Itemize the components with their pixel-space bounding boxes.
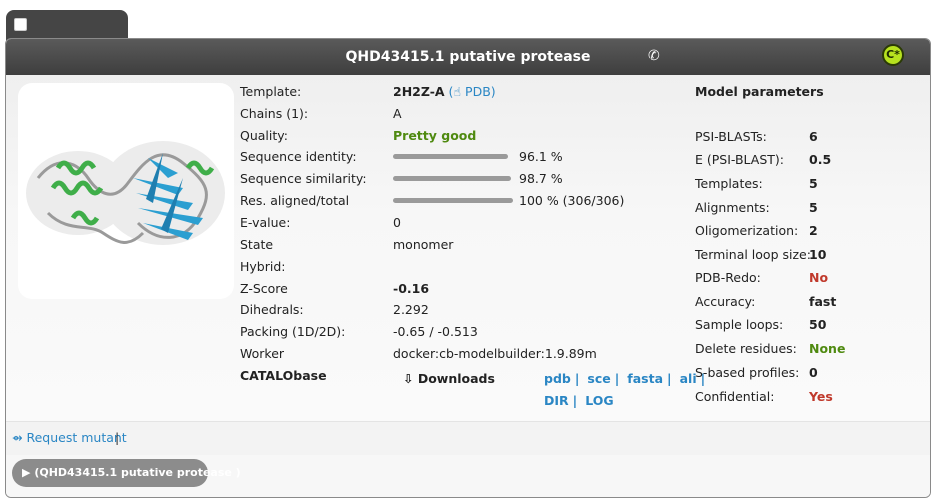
- res-aligned-value: 100 % (306/306): [519, 193, 625, 208]
- packing-value: -0.65 / -0.513: [393, 324, 478, 339]
- request-mutant-label: Request mutant: [26, 430, 127, 445]
- model-title: QHD43415.1 putative protease: [345, 49, 591, 65]
- collapsed-model-toggle[interactable]: ▶ (QHD43415.1 putative protease ): [12, 459, 241, 487]
- param-value: 0.5: [809, 152, 832, 167]
- actions-row: ⇴ Request mutant |: [6, 421, 930, 455]
- param-value: 5: [809, 176, 818, 191]
- packing-label: Packing (1D/2D):: [240, 324, 346, 339]
- play-triangle-icon: ▶: [22, 466, 31, 479]
- worker-label: Worker: [240, 346, 285, 361]
- c-star-badge-icon[interactable]: C*: [882, 44, 904, 66]
- download-link-log[interactable]: LOG: [585, 393, 613, 408]
- seq-identity-value: 96.1 %: [519, 149, 563, 164]
- param-value: Yes: [809, 389, 833, 404]
- download-link-fasta[interactable]: fasta: [627, 371, 663, 386]
- param-name: PDB-Redo:: [695, 270, 761, 285]
- link-separator: |: [667, 371, 672, 386]
- template-label: Template:: [240, 84, 302, 99]
- actions-separator: |: [115, 430, 120, 445]
- chains-label: Chains (1):: [240, 106, 309, 121]
- param-value: 5: [809, 200, 818, 215]
- param-value: 2: [809, 223, 818, 238]
- protein-structure-image[interactable]: [18, 83, 234, 299]
- dihedrals-label: Dihedrals:: [240, 302, 304, 317]
- dihedrals-value: 2.292: [393, 302, 429, 317]
- param-name: Accuracy:: [695, 294, 756, 309]
- hybrid-label: Hybrid:: [240, 259, 286, 274]
- seq-similarity-value: 98.7 %: [519, 171, 563, 186]
- seq-similarity-label: Sequence similarity:: [240, 171, 367, 186]
- res-aligned-label: Res. aligned/total: [240, 193, 350, 208]
- request-mutant-link[interactable]: ⇴ Request mutant: [12, 430, 127, 445]
- state-value: monomer: [393, 237, 454, 252]
- template-id: 2H2Z-A: [393, 84, 445, 99]
- download-links-row-2: DIR | LOG: [544, 392, 614, 410]
- template-close-paren: ): [490, 84, 496, 99]
- downloads-label: Downloads: [417, 371, 495, 386]
- param-name: Sample loops:: [695, 317, 784, 332]
- worker-value: docker:cb-modelbuilder:1.9.89m: [393, 346, 597, 361]
- zscore-label: Z-Score: [240, 281, 288, 296]
- param-name: Oligomerization:: [695, 223, 799, 238]
- download-link-sce[interactable]: sce: [587, 371, 610, 386]
- evalue-label: E-value:: [240, 215, 291, 230]
- select-checkbox[interactable]: [14, 18, 27, 31]
- param-name: E (PSI-BLAST):: [695, 152, 785, 167]
- model-parameters-title: Model parameters: [695, 84, 824, 99]
- res-aligned-row: 100 % (306/306): [393, 192, 693, 210]
- card-header: QHD43415.1 putative protease ✆ C*: [6, 39, 930, 75]
- download-link-dir[interactable]: DIR: [544, 393, 569, 408]
- param-name: Templates:: [695, 176, 763, 191]
- seq-identity-bar: [393, 154, 509, 159]
- evalue-value: 0: [393, 215, 401, 230]
- pdb-hand-icon: ☝: [453, 84, 462, 99]
- quality-value: Pretty good: [393, 128, 477, 143]
- seq-similarity-row: 98.7 %: [393, 170, 693, 188]
- quality-label: Quality:: [240, 128, 288, 143]
- param-name: Alignments:: [695, 200, 770, 215]
- download-links-row-1: pdb | sce | fasta | ali |: [544, 370, 709, 388]
- request-arrow-icon: ⇴: [12, 430, 23, 445]
- protein-ribbon-icon: [26, 141, 225, 245]
- template-value: 2H2Z-A (☝ PDB): [393, 83, 496, 101]
- param-value: 10: [809, 247, 827, 262]
- download-arrow-icon: ⇩: [403, 371, 414, 386]
- res-aligned-bar: [393, 198, 513, 203]
- seq-identity-row: 96.1 %: [393, 148, 693, 166]
- phone-icon[interactable]: ✆: [648, 48, 660, 64]
- link-separator: |: [614, 371, 620, 386]
- param-name: Terminal loop size:: [695, 247, 811, 262]
- param-value: 6: [809, 129, 818, 144]
- param-name: Confidential:: [695, 389, 775, 404]
- download-link-pdb[interactable]: pdb: [544, 371, 571, 386]
- param-value: No: [809, 270, 829, 285]
- param-name: S-based profiles:: [695, 365, 800, 380]
- link-separator: |: [572, 393, 578, 408]
- pdb-link[interactable]: PDB: [465, 84, 491, 99]
- param-value: 50: [809, 317, 827, 332]
- model-card: QHD43415.1 putative protease ✆ C* Templa…: [5, 38, 931, 498]
- model-details: Template: 2H2Z-A (☝ PDB) Chains (1): A Q…: [6, 75, 930, 421]
- seq-identity-label: Sequence identity:: [240, 149, 357, 164]
- collapsed-model-label: (QHD43415.1 putative protease ): [34, 466, 241, 479]
- collapsed-section: ▶ (QHD43415.1 putative protease ): [6, 455, 930, 497]
- downloads-button[interactable]: ⇩ Downloads: [403, 370, 495, 388]
- param-value: None: [809, 341, 846, 356]
- zscore-value: -0.16: [393, 281, 430, 296]
- catalobase-label: CATALObase: [240, 368, 327, 383]
- param-value: 0: [809, 365, 818, 380]
- seq-similarity-bar: [393, 176, 512, 181]
- param-value: fast: [809, 294, 837, 309]
- param-name: Delete residues:: [695, 341, 797, 356]
- param-name: PSI-BLASTs:: [695, 129, 767, 144]
- chains-value: A: [393, 106, 402, 121]
- link-separator: |: [574, 371, 580, 386]
- state-label: State: [240, 237, 274, 252]
